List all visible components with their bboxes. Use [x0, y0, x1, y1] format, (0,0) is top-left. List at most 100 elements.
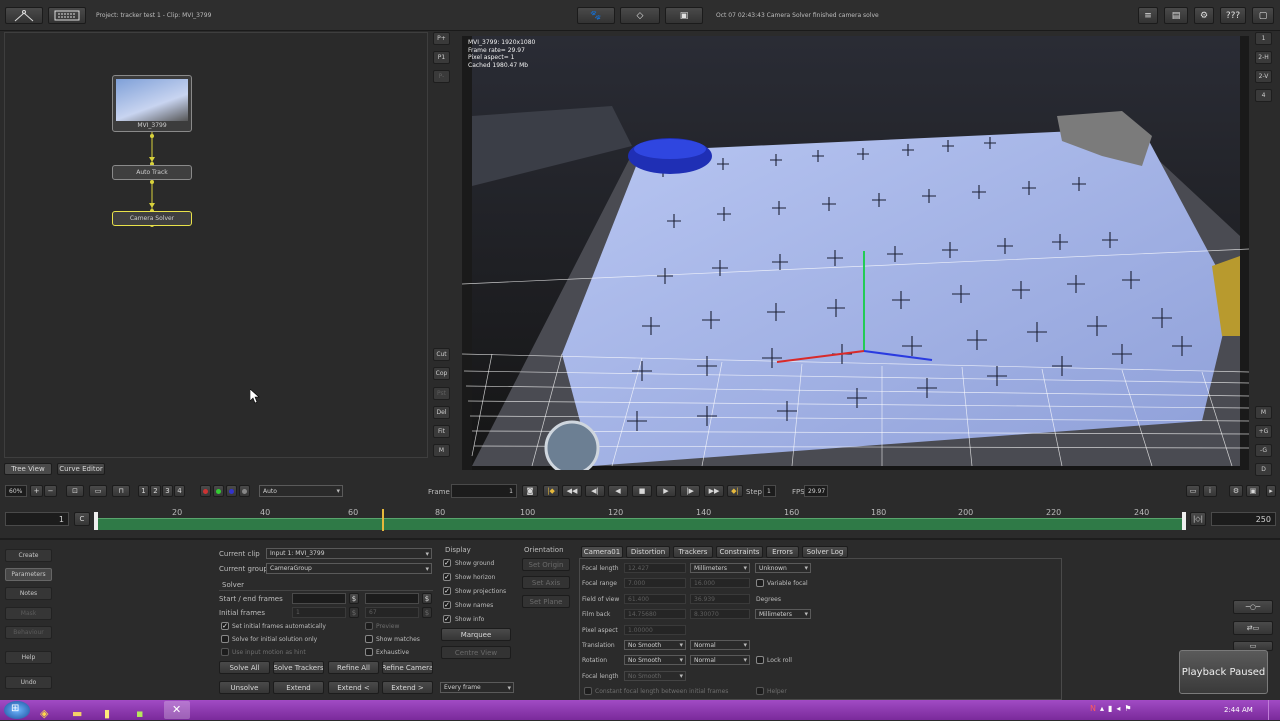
view-button-3[interactable]: 3	[162, 485, 173, 497]
keyboard-toggle-button[interactable]	[48, 7, 86, 24]
unsolve-button[interactable]: Unsolve	[219, 681, 270, 694]
camera-solver-node[interactable]: Camera Solver	[112, 211, 192, 226]
overlay-button[interactable]: ▭	[89, 485, 107, 497]
tab-errors[interactable]: Errors	[766, 546, 799, 558]
view-button-4[interactable]: 4	[174, 485, 185, 497]
film-back-a-field[interactable]: 14.75680	[624, 609, 686, 619]
extend-forward-button[interactable]: Extend >	[382, 681, 433, 694]
viewer-info-button[interactable]: ⅰ	[1203, 485, 1217, 497]
fit-button[interactable]: Fit	[433, 425, 450, 438]
viewer-layout-button[interactable]: ▭	[1186, 485, 1200, 497]
view-2v-button[interactable]: 2-V	[1255, 70, 1272, 83]
view-1-button[interactable]: 1	[1255, 32, 1272, 45]
panel-view-button[interactable]: ▤	[1164, 7, 1188, 24]
taskbar-app-1[interactable]: ◈	[40, 702, 66, 720]
rotation-mode-select[interactable]: Normal	[690, 655, 750, 665]
focal-length-field[interactable]: 12.427	[624, 563, 686, 573]
helper-checkbox[interactable]	[756, 687, 764, 695]
initial-frame-b-key-button[interactable]: $	[422, 607, 432, 618]
play-button[interactable]: ▶	[656, 485, 676, 497]
clip-node[interactable]: MVI_3799	[112, 75, 192, 132]
marquee-button[interactable]: Marquee	[441, 628, 511, 641]
variable-focal-checkbox[interactable]	[756, 579, 764, 587]
show-desktop-button[interactable]	[1268, 700, 1280, 720]
fov-b-field[interactable]: 36.939	[690, 594, 750, 604]
show-names-checkbox[interactable]: ✓	[443, 601, 451, 609]
every-frame-select[interactable]: Every frame	[440, 682, 514, 693]
mask-button[interactable]: Mask	[5, 607, 52, 620]
set-axis-button[interactable]: Set Axis	[522, 576, 570, 589]
cut-button[interactable]: Cut	[433, 348, 450, 361]
notes-button[interactable]: Notes	[5, 587, 52, 600]
slider-button[interactable]: ─○─	[1233, 600, 1273, 614]
set-plane-button[interactable]: Set Plane	[522, 595, 570, 608]
node-graph-toggle-button[interactable]	[5, 7, 43, 24]
transform-button[interactable]: ◇	[620, 7, 660, 24]
paste-button[interactable]: Pst	[433, 387, 450, 400]
fit-view-button[interactable]: ⊡	[66, 485, 84, 497]
lock-roll-checkbox[interactable]	[756, 656, 764, 664]
centre-view-button[interactable]: Centre View	[441, 646, 511, 659]
viewer-settings-button[interactable]: ⚙	[1229, 485, 1243, 497]
fps-field[interactable]: 29.97	[804, 485, 828, 497]
taskbar-app-2[interactable]: ▬	[72, 702, 98, 720]
current-clip-select[interactable]: Input 1: MVI_3799	[266, 548, 432, 559]
node-graph-panel[interactable]: MVI_3799 Auto Track Camera Solver	[4, 32, 428, 458]
parameters-button[interactable]: Parameters	[5, 568, 52, 581]
snapshot-button[interactable]: ◙	[522, 485, 538, 497]
show-projections-checkbox[interactable]: ✓	[443, 587, 451, 595]
page-plus-button[interactable]: P+	[433, 32, 450, 45]
mode-select[interactable]: Auto	[259, 485, 343, 497]
help-button[interactable]: ???	[1220, 7, 1246, 24]
initial-frame-b-field[interactable]: 67	[365, 607, 419, 618]
focal-range-min-field[interactable]: 7.000	[624, 578, 686, 588]
solve-all-button[interactable]: Solve All	[219, 661, 270, 674]
set-out-button[interactable]: ◆|	[727, 485, 743, 497]
red-channel-button[interactable]	[200, 485, 211, 497]
tab-camera01[interactable]: Camera01	[581, 546, 623, 558]
viewer-plus-g-button[interactable]: +G	[1255, 425, 1272, 438]
tab-trackers[interactable]: Trackers	[673, 546, 713, 558]
focal-known-select[interactable]: Unknown	[755, 563, 811, 573]
timeline-start-field[interactable]: 1	[5, 512, 69, 526]
view-2h-button[interactable]: 2-H	[1255, 51, 1272, 64]
copy-button[interactable]: Cop	[433, 367, 450, 380]
behaviour-button[interactable]: Behaviour	[5, 626, 52, 639]
film-units-select[interactable]: Millimeters	[755, 609, 811, 619]
constant-focal-checkbox[interactable]	[584, 687, 592, 695]
export-button[interactable]: ▣	[665, 7, 703, 24]
lock-view-button[interactable]: ⊓	[112, 485, 130, 497]
show-matches-checkbox[interactable]	[365, 635, 373, 643]
start-button[interactable]: ⊞	[4, 701, 30, 719]
alpha-channel-button[interactable]	[239, 485, 250, 497]
go-start-button[interactable]: ◀◀	[562, 485, 582, 497]
preview-checkbox[interactable]	[365, 622, 373, 630]
show-horizon-checkbox[interactable]: ✓	[443, 573, 451, 581]
swap-button[interactable]: ⇄▭	[1233, 621, 1273, 635]
step-back-button[interactable]: ◀|	[585, 485, 605, 497]
tab-tree-view[interactable]: Tree View	[4, 463, 52, 475]
set-origin-button[interactable]: Set Origin	[522, 558, 570, 571]
viewer-panel[interactable]: MVI_3799: 1920x1080 Frame rate= 29.97 Pi…	[462, 36, 1249, 470]
timeline-end-marker[interactable]	[1182, 512, 1186, 530]
tab-solver-log[interactable]: Solver Log	[802, 546, 848, 558]
page-minus-button[interactable]: P-	[433, 70, 450, 83]
help-nav-button[interactable]: Help	[5, 651, 52, 664]
timeline-start-marker[interactable]	[94, 512, 98, 530]
show-ground-checkbox[interactable]: ✓	[443, 559, 451, 567]
pixel-aspect-field[interactable]: 1.00000	[624, 625, 686, 635]
m-button[interactable]: M	[433, 444, 450, 457]
timeline-c-button[interactable]: C	[74, 512, 90, 526]
set-initial-auto-checkbox[interactable]: ✓	[221, 622, 229, 630]
viewer-export-button[interactable]: ▣	[1246, 485, 1260, 497]
exhaustive-checkbox[interactable]	[365, 648, 373, 656]
focal-length2-select[interactable]: No Smooth	[624, 671, 686, 681]
extend-back-button[interactable]: Extend <	[328, 681, 379, 694]
zoom-in-button[interactable]: +	[30, 485, 43, 497]
delete-button[interactable]: Del	[433, 406, 450, 419]
initial-frame-a-field[interactable]: 1	[292, 607, 346, 618]
tab-curve-editor[interactable]: Curve Editor	[57, 463, 105, 475]
stop-button[interactable]: ■	[632, 485, 652, 497]
timeline-end-field[interactable]: 250	[1211, 512, 1276, 526]
current-group-select[interactable]: CameraGroup	[266, 563, 432, 574]
